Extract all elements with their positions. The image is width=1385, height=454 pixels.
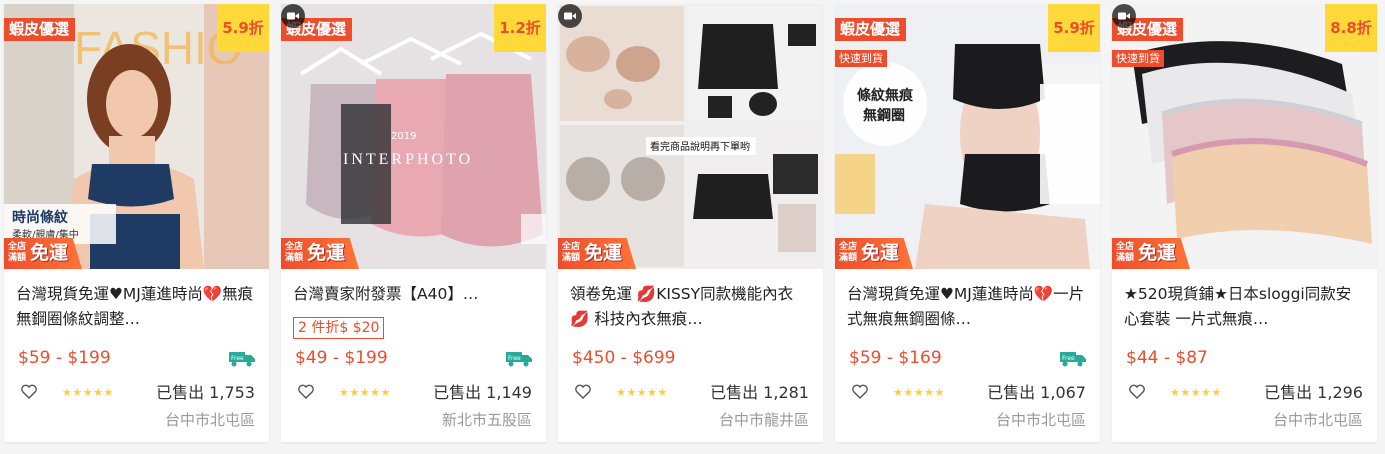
free-shipping-text: 免運 (30, 242, 69, 264)
image-caption: 看完商品說明再下單哟 (650, 140, 750, 153)
product-title[interactable]: 台灣現貨免運♥MJ蓮進時尚💔無痕無鋼圈條紋調整… (16, 282, 256, 332)
free-shipping-text: 免運 (307, 242, 346, 264)
product-title[interactable]: 台灣現貨免運♥MJ蓮進時尚💔一片式無痕無鋼圈條… (847, 282, 1087, 332)
product-grid: FASHIO 時尚條紋 柔軟/親膚/集中 蝦皮優選 5.9折 全店滿額 免運 台… (0, 0, 1385, 454)
product-price: $450 - $699 (572, 348, 676, 368)
product-price: $59 - $199 (18, 348, 111, 368)
shop-location: 台中市龍井區 (718, 411, 809, 429)
free-shipping-small-text: 全店滿額 (285, 242, 304, 263)
product-title[interactable]: ★520現貨鋪★日本sloggi同款安心套裝 一片式無痕… (1124, 282, 1364, 332)
image-caption: 條紋無痕 (857, 87, 914, 104)
rating-stars: ★★★★★ (339, 386, 391, 399)
free-label: Free (231, 355, 244, 362)
free-shipping-badge: 全店滿額 免運 (281, 238, 359, 269)
heart-outline-icon[interactable] (20, 383, 38, 401)
product-card[interactable]: 看完商品說明再下單哟 全店滿額 免運 領卷免運 💋KISSY同款機能內衣💋 科技… (558, 4, 823, 442)
product-price: $49 - $199 (295, 348, 388, 368)
preferred-tag: 蝦皮優選 (835, 18, 907, 41)
fast-delivery-tag: 快速到貨 (1112, 50, 1164, 67)
shop-location: 台中市北屯區 (1272, 411, 1363, 429)
product-image[interactable]: FASHIO 時尚條紋 柔軟/親膚/集中 蝦皮優選 5.9折 全店滿額 免運 (4, 4, 269, 269)
sold-count: 已售出 1,067 (987, 383, 1086, 402)
product-card[interactable]: 2019 INTERPHOTO 蝦皮優選 1.2折 全店滿額 免運 台灣賣家附發… (281, 4, 546, 442)
promo-badge: 2 件折$ $20 (293, 317, 385, 339)
free-shipping-truck-icon: Free (1060, 352, 1086, 367)
product-card[interactable]: 蝦皮優選 快速到貨 8.8折 全店滿額 免運 ★520現貨鋪★日本sloggi同… (1112, 4, 1377, 442)
product-image[interactable]: 2019 INTERPHOTO 蝦皮優選 1.2折 全店滿額 免運 (281, 4, 546, 269)
free-shipping-badge: 全店滿額 免運 (1112, 238, 1190, 269)
rating-stars: ★★★★★ (1170, 386, 1222, 399)
product-card[interactable]: 條紋無痕 無鋼圈 蝦皮優選 快速到貨 5.9折 全店滿額 免運 台灣現貨免運♥M… (835, 4, 1100, 442)
discount-badge: 5.9折 (217, 4, 269, 52)
sold-count: 已售出 1,753 (156, 383, 255, 402)
product-card[interactable]: FASHIO 時尚條紋 柔軟/親膚/集中 蝦皮優選 5.9折 全店滿額 免運 台… (4, 4, 269, 442)
image-caption-2: INTERPHOTO (343, 151, 473, 168)
free-shipping-truck-icon: Free (506, 352, 532, 367)
rating-stars: ★★★★★ (893, 386, 945, 399)
image-caption: 2019 (391, 131, 416, 142)
sold-count: 已售出 1,281 (710, 383, 809, 402)
free-shipping-small-text: 全店滿額 (8, 242, 27, 263)
product-title[interactable]: 領卷免運 💋KISSY同款機能內衣💋 科技內衣無痕… (570, 282, 810, 332)
free-shipping-text: 免運 (584, 242, 623, 264)
free-shipping-truck-icon: Free (229, 352, 255, 367)
sold-count: 已售出 1,296 (1264, 383, 1363, 402)
rating-stars: ★★★★★ (616, 386, 668, 399)
product-photo: 看完商品說明再下單哟 (558, 4, 823, 269)
video-camera-icon[interactable] (281, 4, 305, 28)
fast-delivery-tag: 快速到貨 (835, 50, 887, 67)
sold-count: 已售出 1,149 (433, 383, 532, 402)
product-image[interactable]: 條紋無痕 無鋼圈 蝦皮優選 快速到貨 5.9折 全店滿額 免運 (835, 4, 1100, 269)
free-shipping-small-text: 全店滿額 (1116, 242, 1135, 263)
heart-outline-icon[interactable] (574, 383, 592, 401)
free-shipping-badge: 全店滿額 免運 (4, 238, 82, 269)
heart-outline-icon[interactable] (1128, 383, 1146, 401)
free-shipping-text: 免運 (861, 242, 900, 264)
rating-stars: ★★★★★ (62, 386, 114, 399)
free-label: Free (1062, 355, 1075, 362)
free-label: Free (508, 355, 521, 362)
video-camera-icon[interactable] (1112, 4, 1136, 28)
discount-badge: 5.9折 (1048, 4, 1100, 52)
product-title[interactable]: 台灣賣家附發票【A40】… (293, 282, 533, 307)
free-shipping-badge: 全店滿額 免運 (835, 238, 913, 269)
product-price: $59 - $169 (849, 348, 942, 368)
shop-location: 台中市北屯區 (995, 411, 1086, 429)
free-shipping-text: 免運 (1138, 242, 1177, 264)
image-caption-2: 無鋼圈 (863, 107, 905, 124)
heart-outline-icon[interactable] (297, 383, 315, 401)
product-image[interactable]: 蝦皮優選 快速到貨 8.8折 全店滿額 免運 (1112, 4, 1377, 269)
free-shipping-small-text: 全店滿額 (562, 242, 581, 263)
shop-location: 台中市北屯區 (164, 411, 255, 429)
preferred-tag: 蝦皮優選 (4, 18, 76, 41)
free-shipping-small-text: 全店滿額 (839, 242, 858, 263)
heart-outline-icon[interactable] (851, 383, 869, 401)
product-price: $44 - $87 (1126, 348, 1208, 368)
image-caption: 時尚條紋 (12, 209, 68, 226)
product-image[interactable]: 看完商品說明再下單哟 全店滿額 免運 (558, 4, 823, 269)
free-shipping-badge: 全店滿額 免運 (558, 238, 636, 269)
video-camera-icon[interactable] (558, 4, 582, 28)
discount-badge: 8.8折 (1325, 4, 1377, 52)
discount-badge: 1.2折 (494, 4, 546, 52)
shop-location: 新北市五股區 (441, 411, 532, 429)
